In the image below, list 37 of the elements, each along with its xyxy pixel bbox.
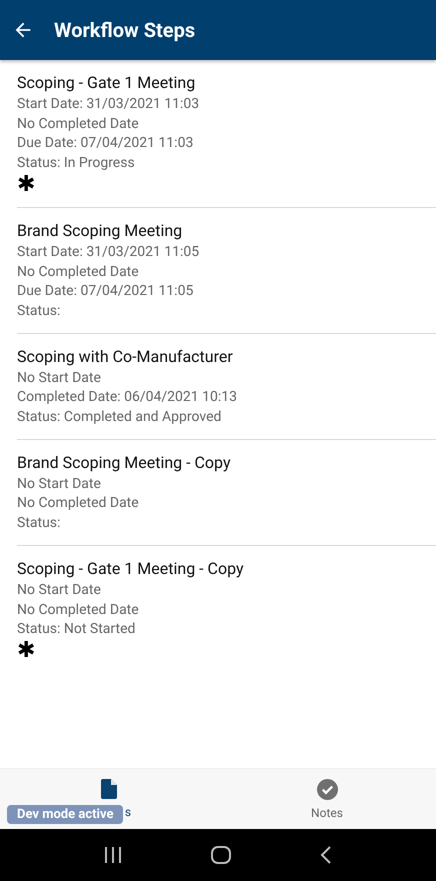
step-detail: No Completed Date [17, 600, 140, 620]
step-title: Scoping - Gate 1 Meeting - Copy [17, 558, 245, 580]
step-detail: Status: In Progress [17, 154, 136, 174]
step-title: Brand Scoping Meeting [17, 220, 184, 242]
workflow-step[interactable]: Scoping - Gate 1 Meeting - Copy No Start Date No Completed Date Status: Not Started ✱ [17, 546, 436, 673]
check-circle-icon [316, 778, 338, 800]
step-detail: Start Date: 31/03/2021 11:03 [17, 95, 200, 114]
step-title: Scoping - Gate 1 Meeting [17, 72, 196, 94]
step-detail: Due Date: 07/04/2021 11:05 [17, 282, 194, 302]
step-detail: Status: [17, 514, 62, 534]
screen-title: Workflow Steps [54, 18, 196, 42]
workflow-step[interactable]: Brand Scoping Meeting Start Date: 31/03/2021 11:05 No Completed Date Due Date: 07/04/2021 11:05 Status: [17, 208, 436, 334]
document-icon [101, 779, 117, 799]
asterisk-marker: ✱ [17, 640, 35, 662]
back-icon[interactable] [320, 846, 332, 864]
step-detail: No Completed Date [17, 494, 140, 514]
workflow-step[interactable]: Brand Scoping Meeting - Copy No Start Date No Completed Date Status: [17, 440, 436, 546]
home-icon[interactable] [210, 846, 231, 864]
step-detail: Due Date: 07/04/2021 11:03 [17, 134, 194, 154]
recent-apps-icon[interactable] [104, 847, 122, 863]
step-detail: No Completed Date [17, 262, 140, 282]
step-detail: Start Date: 31/03/2021 11:05 [17, 242, 200, 262]
step-detail: No Start Date [17, 580, 102, 600]
step-detail: Status: Not Started [17, 620, 136, 640]
step-detail: Status: Completed and Approved [17, 408, 222, 428]
step-detail: Status: [17, 302, 62, 321]
asterisk-marker: ✱ [17, 174, 35, 196]
step-title: Scoping with Co-Manufacturer [17, 346, 234, 368]
nav-tab[interactable]: Notes [218, 769, 436, 829]
step-detail: No Completed Date [17, 114, 140, 134]
step-detail: No Start Date [17, 368, 102, 388]
workflow-step[interactable]: Scoping with Co-Manufacturer No Start Date Completed Date: 06/04/2021 10:13 Status: Completed and Approved [17, 334, 436, 440]
step-detail: Completed Date: 06/04/2021 10:13 [17, 388, 238, 408]
dev-mode-badge: Dev mode active [7, 805, 124, 824]
step-detail: No Start Date [17, 474, 102, 494]
workflow-step[interactable]: Scoping - Gate 1 Meeting Start Date: 31/03/2021 11:03 No Completed Date Due Date: 07/04/2021 11:03 Status: In Progress ✱ [17, 60, 436, 208]
step-title: Brand Scoping Meeting - Copy [17, 452, 232, 474]
